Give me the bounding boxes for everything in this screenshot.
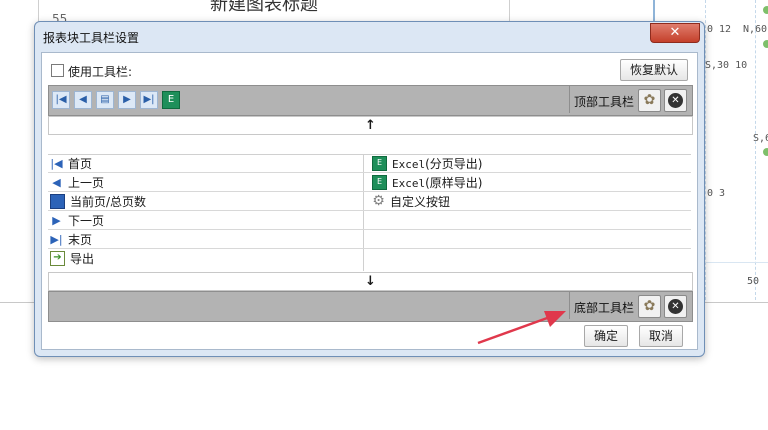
last-page-icon: ▶| <box>50 233 63 246</box>
page-info-icon <box>50 194 65 209</box>
gear-icon: ⚙ <box>372 193 385 209</box>
move-down-arrow[interactable]: ↓ <box>48 272 693 291</box>
row-separator <box>48 229 691 230</box>
list-item-page-info[interactable]: 当前页/总页数 <box>50 193 146 211</box>
first-page-icon: |◀ <box>50 157 63 170</box>
next-page-icon: ▶ <box>52 214 61 227</box>
export-icon: ➔ <box>50 251 65 266</box>
chart-label: 50 <box>747 276 760 287</box>
chart-label: S,30 10 <box>705 60 748 71</box>
chart-label: N,60 <box>743 24 768 35</box>
list-item-excel-original[interactable]: E Excel(原样导出) <box>372 174 483 192</box>
chart-label: 0 12 <box>707 24 732 35</box>
list-item-export[interactable]: ➔ 导出 <box>50 250 94 268</box>
row-separator <box>48 248 691 249</box>
chart-point <box>763 40 768 48</box>
list-item-custom-button[interactable]: ⚙ 自定义按钮 <box>372 193 450 211</box>
close-circle-icon: ✕ <box>668 299 683 314</box>
excel-icon: E <box>372 175 387 190</box>
gear-icon: ✿ <box>643 298 656 314</box>
list-item-excel-paged[interactable]: E Excel(分页导出) <box>372 155 483 173</box>
top-toolbar[interactable]: |◀ ◀ ▤ ▶ ▶| E 顶部工具栏 ✿ ✕ <box>48 85 693 116</box>
use-toolbar-label: 使用工具栏: <box>68 65 133 79</box>
chart-point <box>763 148 768 156</box>
bottom-toolbar[interactable]: 底部工具栏 ✿ ✕ <box>48 291 693 322</box>
chart-point <box>763 6 768 14</box>
toolbar-settings-dialog: 报表块工具栏设置 ✕ 使用工具栏: 恢复默认 |◀ ◀ ▤ ▶ ▶| E 顶部工… <box>34 21 705 357</box>
excel-icon[interactable]: E <box>162 91 180 109</box>
bottom-toolbar-settings-button[interactable]: ✿ <box>638 295 661 318</box>
cancel-button[interactable]: 取消 <box>639 325 683 347</box>
reset-default-button[interactable]: 恢复默认 <box>620 59 688 81</box>
dialog-close-button[interactable]: ✕ <box>650 23 700 43</box>
first-page-icon[interactable]: |◀ <box>52 91 70 109</box>
annotation-arrow-head <box>544 311 566 327</box>
list-item-prev-page[interactable]: ◀ 上一页 <box>50 174 104 192</box>
next-page-icon[interactable]: ▶ <box>118 91 136 109</box>
row-separator <box>48 172 691 173</box>
top-toolbar-settings-button[interactable]: ✿ <box>638 89 661 112</box>
chart-gridline <box>705 0 706 300</box>
dialog-content: 使用工具栏: 恢复默认 |◀ ◀ ▤ ▶ ▶| E 顶部工具栏 ✿ ✕ ↑ |◀… <box>41 52 698 350</box>
chart-label: S,6 <box>753 133 768 144</box>
list-item-next-page[interactable]: ▶ 下一页 <box>50 212 104 230</box>
toolbar-separator <box>569 86 570 113</box>
bottom-toolbar-label: 底部工具栏 <box>574 301 635 315</box>
bottom-toolbar-remove-button[interactable]: ✕ <box>664 295 687 318</box>
row-separator <box>48 191 691 192</box>
top-toolbar-remove-button[interactable]: ✕ <box>664 89 687 112</box>
close-circle-icon: ✕ <box>668 93 683 108</box>
ok-button[interactable]: 确定 <box>584 325 628 347</box>
chart-gridline <box>755 0 756 300</box>
excel-icon: E <box>372 156 387 171</box>
use-toolbar-checkbox[interactable] <box>51 64 64 77</box>
annotation-arrow-shaft <box>477 315 551 345</box>
last-page-icon[interactable]: ▶| <box>140 91 158 109</box>
dialog-title: 报表块工具栏设置 <box>43 31 140 45</box>
dialog-title-bar[interactable]: 报表块工具栏设置 <box>35 22 704 50</box>
page-info-icon[interactable]: ▤ <box>96 91 114 109</box>
move-up-arrow[interactable]: ↑ <box>48 116 693 135</box>
close-icon: ✕ <box>669 25 681 40</box>
prev-page-icon: ◀ <box>52 176 61 189</box>
chart-label: 0 3 <box>707 188 726 199</box>
list-item-first-page[interactable]: |◀ 首页 <box>50 155 92 173</box>
prev-page-icon[interactable]: ◀ <box>74 91 92 109</box>
gear-icon: ✿ <box>643 92 656 108</box>
list-item-last-page[interactable]: ▶| 末页 <box>50 231 92 249</box>
annotation-arrow <box>477 311 566 345</box>
report-title: 新建图表标题 <box>210 0 318 15</box>
top-toolbar-label: 顶部工具栏 <box>574 95 635 109</box>
